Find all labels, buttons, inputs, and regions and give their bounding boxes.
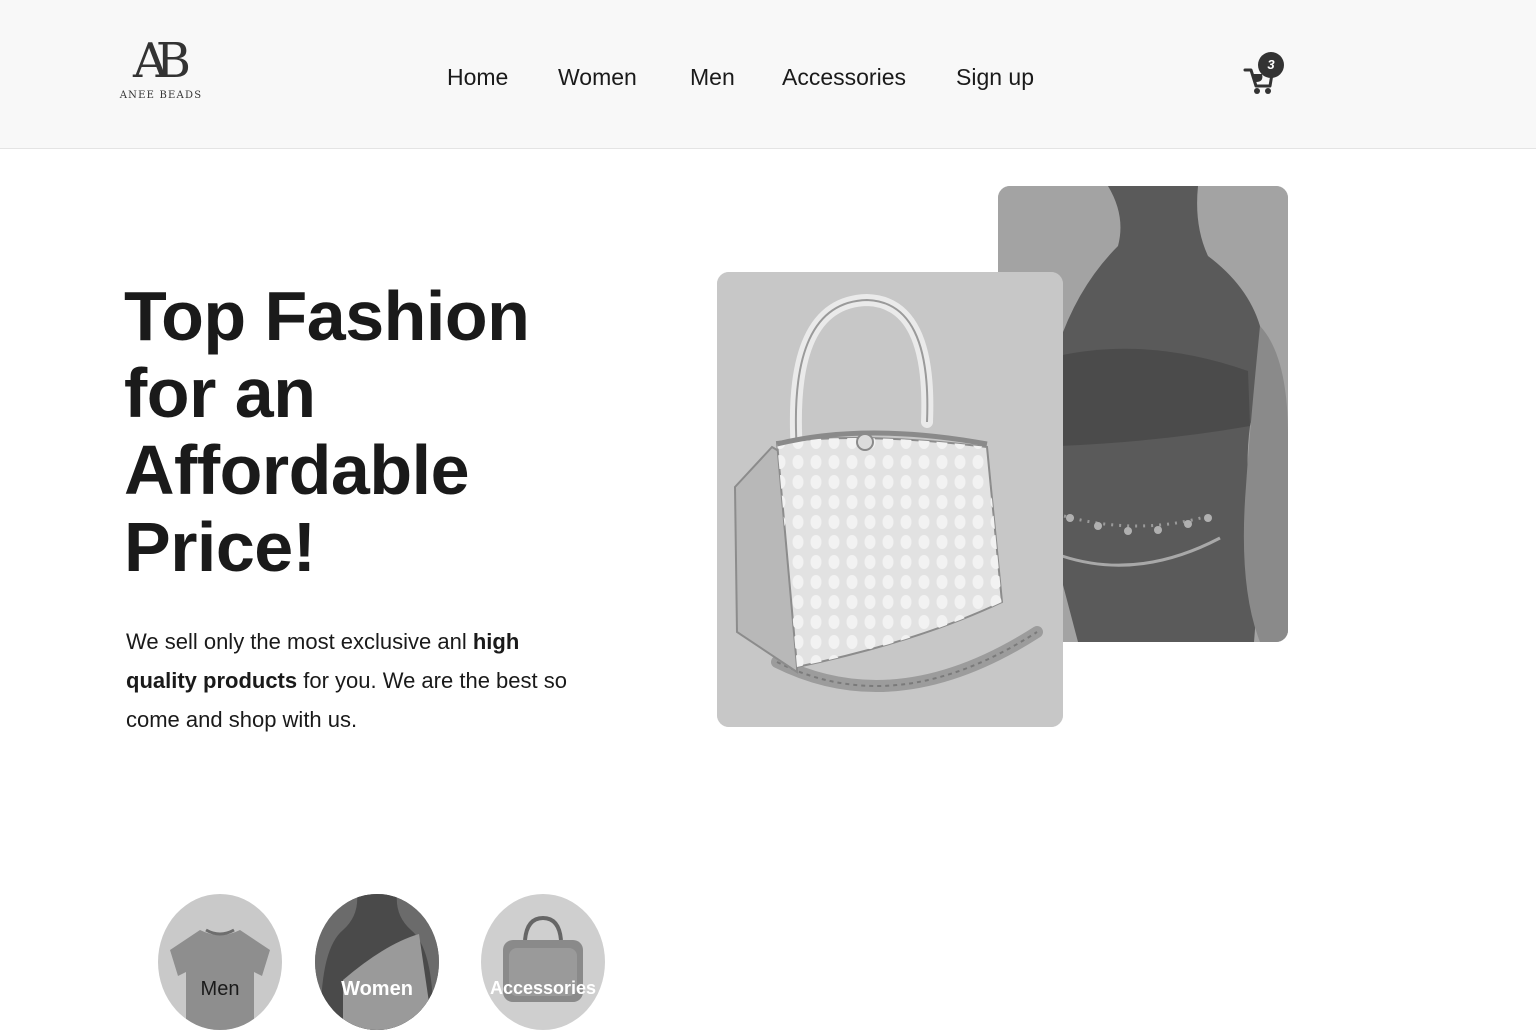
category-women-label: Women (341, 978, 413, 1000)
beaded-handbag-image[interactable] (717, 272, 1063, 727)
tshirt-image (170, 928, 270, 1030)
category-accessories[interactable]: Accessories (481, 894, 605, 1030)
category-women[interactable]: Women (315, 894, 439, 1030)
hero-desc-text-1: We sell only the most exclusive anl (126, 629, 473, 654)
nav-sign-up[interactable]: Sign up (956, 64, 1034, 91)
nav-men[interactable]: Men (690, 64, 735, 91)
nav-accessories[interactable]: Accessories (782, 64, 906, 91)
handbag-illustration (717, 272, 1063, 727)
logo-text: ANEE BEADS (119, 90, 203, 101)
category-men[interactable]: Men (158, 894, 282, 1030)
nav-women[interactable]: Women (558, 64, 637, 91)
handbag-image (503, 915, 583, 1002)
nav-home[interactable]: Home (447, 64, 508, 91)
category-accessories-label: Accessories (489, 978, 597, 998)
brand-logo[interactable]: AB ANEE BEADS (118, 36, 204, 106)
cart-button[interactable]: 3 (1242, 52, 1286, 96)
hero-description: We sell only the most exclusive anl high… (126, 622, 576, 739)
cart-count-badge: 3 (1258, 52, 1284, 78)
category-men-label: Men (200, 978, 240, 1000)
site-header: AB ANEE BEADS Home Women Men Accessories… (0, 0, 1536, 149)
hero-title: Top Fashion for an Affordable Price! (124, 277, 530, 586)
logo-mark: AB (133, 33, 191, 89)
woman-top-image (315, 894, 439, 1030)
